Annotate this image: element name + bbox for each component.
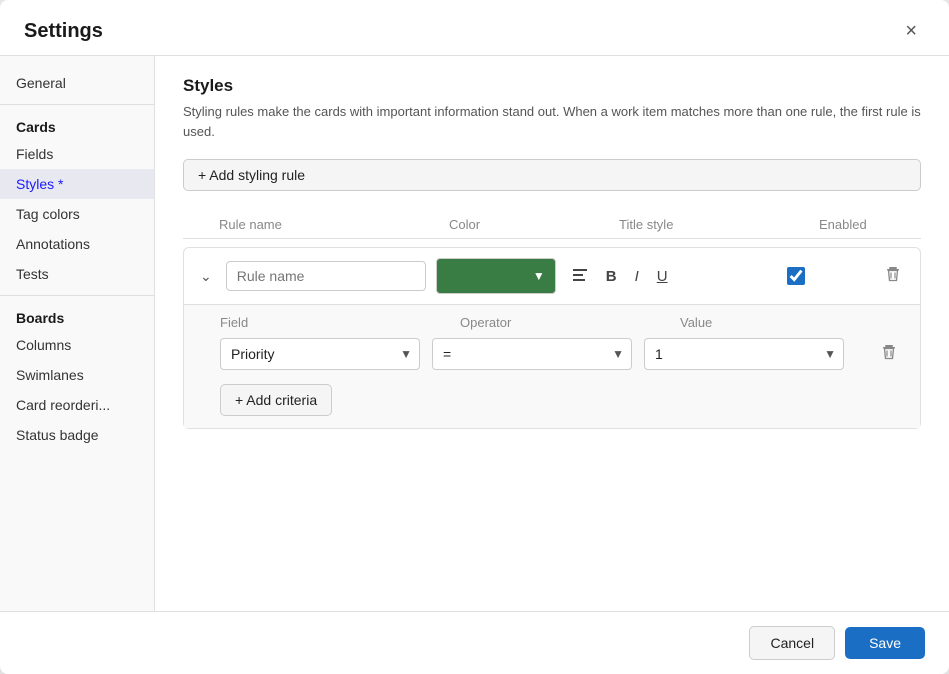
dialog-title: Settings (24, 20, 103, 43)
title-style-group: B I U (566, 263, 746, 289)
rule-name-input[interactable] (226, 261, 426, 291)
col-actions (939, 217, 949, 232)
sidebar-section-cards: Cards (0, 111, 154, 139)
section-title: Styles (183, 76, 921, 96)
delete-criteria-button[interactable] (874, 339, 904, 370)
text-align-button[interactable] (566, 263, 594, 289)
color-swatch (447, 266, 529, 286)
section-description: Styling rules make the cards with import… (183, 102, 921, 141)
enabled-checkbox[interactable] (787, 267, 805, 285)
save-button[interactable]: Save (845, 627, 925, 659)
criteria-actions-header (880, 315, 920, 330)
criteria-header: Field Operator Value (220, 315, 904, 330)
settings-dialog: Settings × General Cards Fields Styles *… (0, 0, 949, 674)
sidebar-item-annotations[interactable]: Annotations (0, 229, 154, 259)
criteria-value-header: Value (680, 315, 880, 330)
col-title-style: Title style (619, 217, 819, 232)
col-enabled: Enabled (819, 217, 939, 232)
bold-button[interactable]: B (600, 264, 623, 289)
delete-rule-button[interactable] (878, 261, 908, 292)
sidebar-divider-2 (0, 295, 154, 296)
underline-button[interactable]: U (651, 264, 674, 289)
sidebar-section-boards: Boards (0, 302, 154, 330)
sidebar-item-tag-colors[interactable]: Tag colors (0, 199, 154, 229)
operator-select[interactable]: = (432, 338, 632, 370)
rule-row: ⌄ ▼ (183, 247, 921, 429)
color-picker-button[interactable]: ▼ (436, 258, 556, 294)
value-select-wrapper: 1 ▼ (644, 338, 844, 370)
sidebar-item-status-badge[interactable]: Status badge (0, 420, 154, 450)
add-criteria-button[interactable]: + Add criteria (220, 384, 332, 416)
dialog-header: Settings × (0, 0, 949, 56)
italic-button[interactable]: I (629, 264, 645, 289)
sidebar: General Cards Fields Styles * Tag colors… (0, 56, 155, 611)
criteria-row: Priority ▼ = ▼ (220, 338, 904, 370)
sidebar-item-swimlanes[interactable]: Swimlanes (0, 360, 154, 390)
sidebar-item-columns[interactable]: Columns (0, 330, 154, 360)
criteria-operator-header: Operator (460, 315, 680, 330)
criteria-section: Field Operator Value Priority ▼ (184, 304, 920, 428)
add-styling-rule-button[interactable]: + Add styling rule (183, 159, 921, 191)
rule-top: ⌄ ▼ (184, 248, 920, 304)
operator-select-wrapper: = ▼ (432, 338, 632, 370)
main-content: Styles Styling rules make the cards with… (155, 56, 949, 611)
expand-rule-button[interactable]: ⌄ (196, 266, 216, 287)
sidebar-divider (0, 104, 154, 105)
cancel-button[interactable]: Cancel (749, 626, 835, 660)
sidebar-item-general[interactable]: General (0, 68, 154, 98)
field-select-wrapper: Priority ▼ (220, 338, 420, 370)
col-color: Color (449, 217, 619, 232)
col-rule-name: Rule name (219, 217, 449, 232)
sidebar-item-tests[interactable]: Tests (0, 259, 154, 289)
close-button[interactable]: × (897, 16, 925, 47)
value-select[interactable]: 1 (644, 338, 844, 370)
dialog-body: General Cards Fields Styles * Tag colors… (0, 56, 949, 611)
table-header: Rule name Color Title style Enabled (183, 211, 921, 239)
dialog-footer: Cancel Save (0, 611, 949, 674)
sidebar-item-fields[interactable]: Fields (0, 139, 154, 169)
sidebar-item-styles[interactable]: Styles * (0, 169, 154, 199)
enabled-cell (756, 267, 836, 285)
sidebar-item-card-reordering[interactable]: Card reorderi... (0, 390, 154, 420)
criteria-field-header: Field (220, 315, 460, 330)
field-select[interactable]: Priority (220, 338, 420, 370)
color-chevron-icon: ▼ (533, 269, 545, 283)
